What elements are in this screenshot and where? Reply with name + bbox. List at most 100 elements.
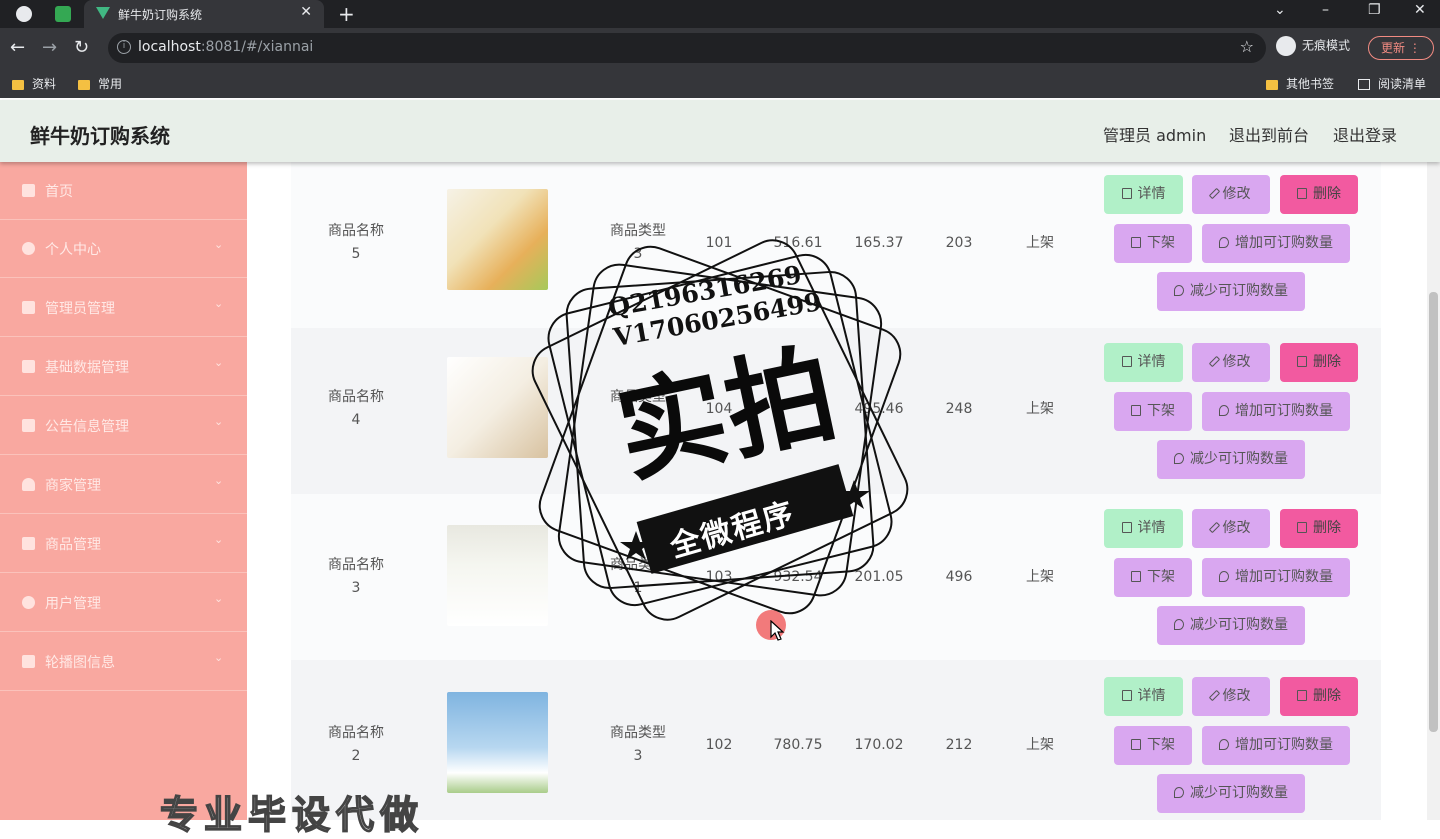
folder-icon (12, 79, 24, 90)
sidebar-item-label: 公告信息管理 (45, 419, 129, 435)
back-icon[interactable]: ← (10, 37, 25, 58)
edit-button[interactable]: 修改 (1192, 677, 1270, 716)
chevron-down-icon: ⌄ (214, 651, 224, 664)
document-icon (1131, 405, 1141, 416)
sidebar-item-profile[interactable]: 个人中心 ⌄ (0, 220, 247, 278)
list-icon (22, 655, 35, 668)
app-title: 鲜牛奶订购系统 (30, 124, 170, 148)
app-icon[interactable] (55, 6, 71, 22)
decrease-quantity-button[interactable]: 减少可订购数量 (1157, 440, 1305, 479)
sidebar-item-merchants[interactable]: 商家管理 ⌄ (0, 456, 247, 514)
users-icon (22, 596, 35, 609)
off-shelf-button[interactable]: 下架 (1114, 726, 1192, 765)
price-cell: 780.75 (773, 737, 823, 753)
product-name-cell: 商品名称 5 (328, 223, 384, 262)
bookmark-label: 常用 (98, 77, 123, 91)
bookmark-folder-1[interactable]: 资料 (12, 75, 56, 92)
close-icon[interactable]: ✕ (300, 4, 312, 20)
stock-cell: 496 (945, 569, 973, 585)
delete-button[interactable]: 删除 (1280, 509, 1358, 548)
sidebar-item-products[interactable]: 商品管理 ⌄ (0, 515, 247, 573)
sidebar-item-users[interactable]: 用户管理 ⌄ (0, 574, 247, 632)
bookmark-folder-2[interactable]: 常用 (78, 75, 122, 92)
globe-icon[interactable] (16, 6, 32, 22)
off-shelf-button[interactable]: 下架 (1114, 224, 1192, 263)
vue-icon (96, 7, 110, 19)
sidebar-item-label: 商品管理 (45, 537, 101, 553)
edit-button[interactable]: 修改 (1192, 509, 1270, 548)
off-shelf-button[interactable]: 下架 (1114, 558, 1192, 597)
detail-button[interactable]: 详情 (1104, 175, 1183, 214)
forward-icon[interactable]: → (42, 37, 57, 58)
sidebar-item-label: 管理员管理 (45, 301, 115, 317)
document-icon (1131, 237, 1141, 248)
detail-button[interactable]: 详情 (1104, 677, 1183, 716)
address-bar[interactable]: i localhost:8081/#/xiannai ☆ (108, 33, 1266, 63)
new-tab-icon[interactable]: + (338, 2, 355, 26)
sidebar-item-carousel[interactable]: 轮播图信息 ⌄ (0, 633, 247, 691)
chevron-down-icon: ⌄ (214, 297, 224, 310)
chevron-down-icon: ⌄ (214, 592, 224, 605)
chevron-down-icon: ⌄ (214, 356, 224, 369)
increase-quantity-button[interactable]: 增加可订购数量 (1202, 558, 1350, 597)
restore-icon[interactable]: ❐ (1368, 2, 1381, 18)
other-bookmarks[interactable]: 其他书签 (1266, 75, 1334, 92)
decrease-quantity-button[interactable]: 减少可订购数量 (1157, 272, 1305, 311)
bookmarks-bar: 资料 常用 其他书签 阅读清单 (0, 68, 1440, 98)
browser-tab-active[interactable]: 鲜牛奶订购系统 ✕ (84, 0, 324, 28)
increase-quantity-button[interactable]: 增加可订购数量 (1202, 726, 1350, 765)
sidebar-item-notices[interactable]: 公告信息管理 ⌄ (0, 397, 247, 455)
edit-icon (1208, 187, 1220, 200)
status-cell: 上架 (1026, 737, 1054, 753)
merchant-icon (22, 478, 35, 491)
sidebar-item-label: 商家管理 (45, 478, 101, 494)
detail-button[interactable]: 详情 (1104, 509, 1183, 548)
reload-icon[interactable]: ↻ (74, 37, 89, 58)
chevron-down-icon: ⌄ (214, 415, 224, 428)
window-close-icon[interactable]: ✕ (1414, 2, 1426, 18)
reading-list[interactable]: 阅读清单 (1358, 75, 1426, 92)
edit-button[interactable]: 修改 (1192, 175, 1270, 214)
delete-button[interactable]: 删除 (1280, 677, 1358, 716)
trash-icon (1297, 522, 1307, 533)
off-shelf-button[interactable]: 下架 (1114, 392, 1192, 431)
bookmark-label: 资料 (32, 77, 57, 91)
sidebar-item-base-data[interactable]: 基础数据管理 ⌄ (0, 338, 247, 396)
incognito-label: 无痕模式 (1302, 38, 1351, 53)
status-cell: 上架 (1026, 401, 1054, 417)
document-icon (1121, 690, 1132, 701)
info-icon[interactable]: i (117, 40, 131, 54)
chevron-down-icon[interactable]: ⌄ (1274, 2, 1286, 18)
chevron-down-icon: ⌄ (214, 474, 224, 487)
product-name-cell: 商品名称 3 (328, 557, 384, 596)
status-cell: 上架 (1026, 569, 1054, 585)
increase-quantity-button[interactable]: 增加可订购数量 (1202, 392, 1350, 431)
edit-button[interactable]: 修改 (1192, 343, 1270, 382)
chevron-down-icon: ⌄ (214, 533, 224, 546)
delete-button[interactable]: 删除 (1280, 175, 1358, 214)
trash-icon (1297, 690, 1307, 701)
logout-link[interactable]: 退出登录 (1333, 122, 1397, 146)
delete-button[interactable]: 删除 (1280, 343, 1358, 382)
document-icon (1131, 571, 1141, 582)
stock-cell: 248 (945, 401, 973, 417)
scrollbar[interactable] (1427, 162, 1440, 820)
minimize-icon[interactable]: – (1322, 2, 1329, 18)
decrease-quantity-button[interactable]: 减少可订购数量 (1157, 774, 1305, 813)
sidebar-item-admins[interactable]: 管理员管理 ⌄ (0, 279, 247, 337)
decrease-quantity-button[interactable]: 减少可订购数量 (1157, 606, 1305, 645)
bookmark-star-icon[interactable]: ☆ (1240, 37, 1254, 56)
edit-icon (1208, 521, 1220, 534)
sidebar-item-home[interactable]: 首页 (0, 162, 247, 220)
browser-tabbar: 鲜牛奶订购系统 ✕ + ⌄ – ❐ ✕ (0, 0, 1440, 28)
sidebar: 首页 个人中心 ⌄ 管理员管理 ⌄ 基础数据管理 ⌄ 公告信息管理 ⌄ 商家管理… (0, 162, 247, 820)
stock-cell: 212 (945, 737, 973, 753)
increase-quantity-button[interactable]: 增加可订购数量 (1202, 224, 1350, 263)
sidebar-item-label: 轮播图信息 (45, 655, 115, 671)
incognito-indicator[interactable]: 无痕模式 (1276, 36, 1350, 56)
exit-to-front-link[interactable]: 退出到前台 (1229, 122, 1309, 146)
update-button[interactable]: 更新 ⋮ (1368, 36, 1434, 60)
trash-icon (1297, 356, 1307, 367)
detail-button[interactable]: 详情 (1104, 343, 1183, 382)
scrollbar-thumb[interactable] (1429, 292, 1438, 732)
